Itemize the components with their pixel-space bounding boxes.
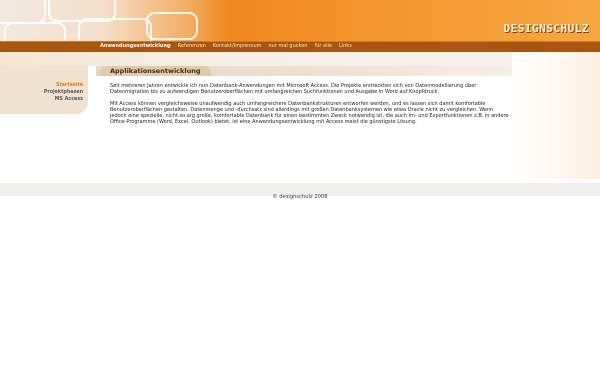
sidebar-item-projektphasen[interactable]: Projektphasen xyxy=(44,89,83,96)
nav-item-links[interactable]: Links xyxy=(339,42,352,50)
sidebar-item-ms-access[interactable]: MS Access xyxy=(44,96,83,103)
nav-item-fuer-alle[interactable]: für alle xyxy=(314,42,332,50)
sub-header-band xyxy=(0,52,600,66)
footer: © designschulz 2008 xyxy=(0,183,600,200)
sidebar-item-startseite[interactable]: Startseite xyxy=(44,82,83,89)
header-banner: DESIGNSCHULZ xyxy=(0,0,600,41)
nav-item-referenzen[interactable]: Referenzen xyxy=(178,42,206,50)
site-logo[interactable]: DESIGNSCHULZ xyxy=(501,22,592,38)
page-title: Applikationsentwicklung xyxy=(100,66,211,76)
content-paragraph: Mit Access können vergleichsweise unaufw… xyxy=(110,100,509,125)
nav-item-kontakt[interactable]: Kontakt/Impressum xyxy=(213,42,262,50)
nav-item-anwendungsentwicklung[interactable]: Anwendungsentwicklung xyxy=(100,42,171,50)
content-paragraph: Seit mehreren Jahren entwickle ich nun D… xyxy=(110,83,477,95)
decor-ring-4 xyxy=(146,12,198,40)
sidebar-nav: Startseite Projektphasen MS Access xyxy=(44,82,83,103)
decor-ring-5 xyxy=(4,22,66,41)
header-decoration xyxy=(0,0,230,41)
footer-copyright: © designschulz 2008 xyxy=(272,194,328,200)
decor-ring-3 xyxy=(78,18,152,41)
decor-ring-1 xyxy=(0,0,46,24)
sidebar: Startseite Projektphasen MS Access xyxy=(0,66,88,114)
nav-item-nur-mal-gucken[interactable]: nur mal gucken xyxy=(269,42,308,50)
right-decoration xyxy=(512,52,600,179)
main-nav: Anwendungsentwicklung Referenzen Kontakt… xyxy=(100,42,352,50)
main-content: Seit mehreren Jahren entwickle ich nun D… xyxy=(110,83,510,131)
